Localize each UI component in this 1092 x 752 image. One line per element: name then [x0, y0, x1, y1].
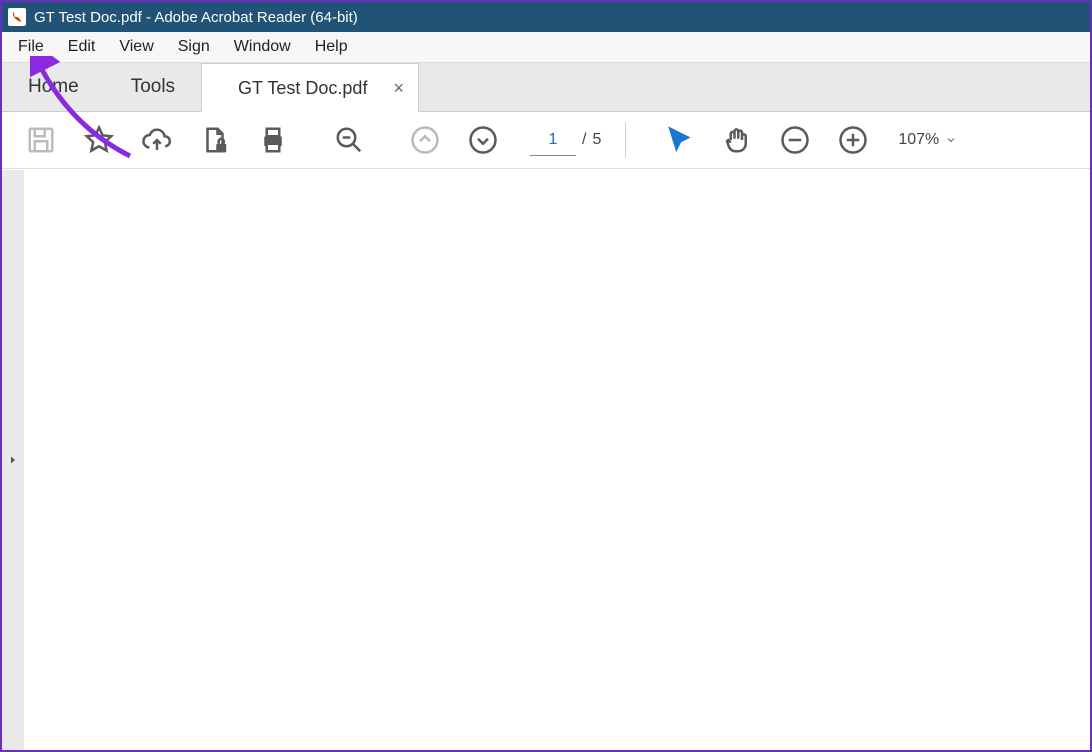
page-separator: /: [582, 131, 586, 149]
next-page-button[interactable]: [454, 112, 512, 168]
page-total: 5: [592, 131, 601, 149]
acrobat-app-icon: [8, 8, 26, 26]
tab-strip: Home Tools GT Test Doc.pdf ×: [2, 63, 1090, 112]
zoom-out-button[interactable]: [766, 112, 824, 168]
hand-tool-button[interactable]: [708, 112, 766, 168]
print-button[interactable]: [244, 112, 302, 168]
menu-bar: File Edit View Sign Window Help: [2, 32, 1090, 63]
tab-close-button[interactable]: ×: [393, 79, 404, 97]
arrow-down-circle-icon: [468, 125, 498, 155]
page-number-input[interactable]: [530, 125, 576, 156]
tab-tools[interactable]: Tools: [105, 63, 201, 111]
menu-help[interactable]: Help: [303, 34, 360, 60]
tab-document[interactable]: GT Test Doc.pdf ×: [201, 63, 419, 112]
cloud-upload-icon: [142, 125, 172, 155]
app-window: GT Test Doc.pdf - Adobe Acrobat Reader (…: [0, 0, 1092, 752]
file-lock-button[interactable]: [186, 112, 244, 168]
star-icon: [84, 125, 114, 155]
title-bar: GT Test Doc.pdf - Adobe Acrobat Reader (…: [2, 2, 1090, 32]
zoom-dropdown[interactable]: 107%: [886, 131, 957, 149]
content-area: [2, 170, 1090, 750]
document-view[interactable]: [24, 170, 1090, 750]
menu-view[interactable]: View: [107, 34, 165, 60]
save-button[interactable]: [12, 112, 70, 168]
select-tool-button[interactable]: [650, 112, 708, 168]
cursor-icon: [664, 125, 694, 155]
minus-circle-icon: [780, 125, 810, 155]
menu-sign[interactable]: Sign: [166, 34, 222, 60]
find-button[interactable]: [320, 112, 378, 168]
hand-icon: [722, 125, 752, 155]
print-icon: [258, 125, 288, 155]
chevron-down-icon: [945, 134, 957, 146]
nav-pane-toggle[interactable]: [2, 170, 24, 750]
zoom-in-button[interactable]: [824, 112, 882, 168]
window-title: GT Test Doc.pdf - Adobe Acrobat Reader (…: [34, 9, 358, 26]
menu-edit[interactable]: Edit: [56, 34, 108, 60]
toolbar-separator: [625, 122, 626, 158]
arrow-up-circle-icon: [410, 125, 440, 155]
tab-home[interactable]: Home: [2, 63, 105, 111]
toolbar: / 5 107%: [2, 112, 1090, 169]
prev-page-button[interactable]: [396, 112, 454, 168]
menu-file[interactable]: File: [6, 34, 56, 60]
plus-circle-icon: [838, 125, 868, 155]
zoom-value: 107%: [898, 131, 939, 149]
save-icon: [26, 125, 56, 155]
chevron-right-icon: [7, 454, 19, 466]
star-button[interactable]: [70, 112, 128, 168]
file-lock-icon: [200, 125, 230, 155]
menu-window[interactable]: Window: [222, 34, 303, 60]
tab-document-label: GT Test Doc.pdf: [238, 78, 367, 99]
cloud-upload-button[interactable]: [128, 112, 186, 168]
search-icon: [334, 125, 364, 155]
